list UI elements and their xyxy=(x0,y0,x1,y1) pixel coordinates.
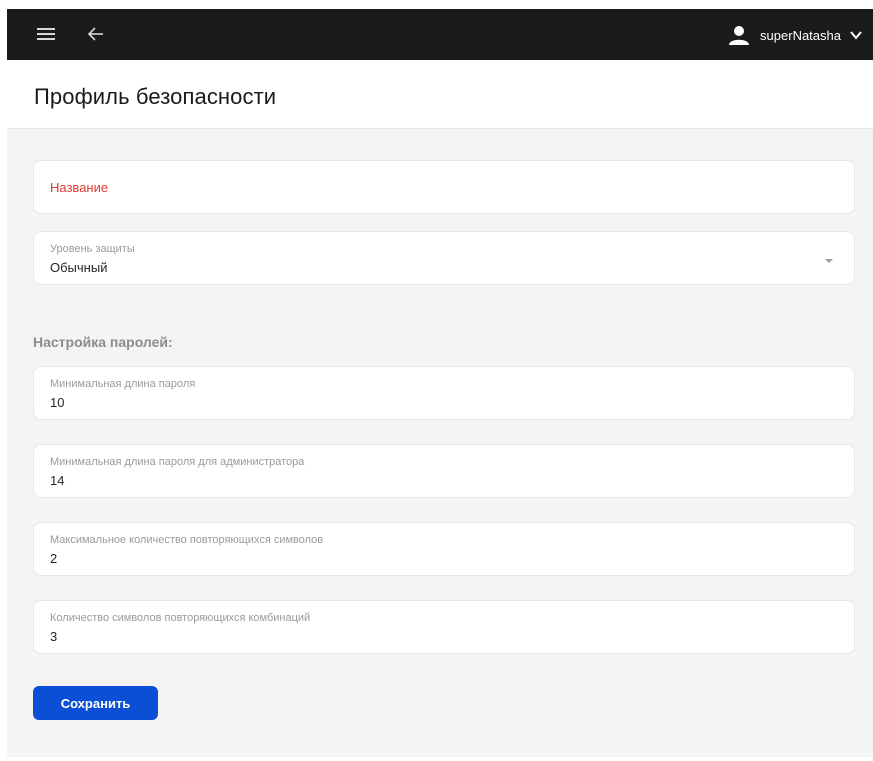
field-label: Минимальная длина пароля xyxy=(50,378,196,390)
field-value: 3 xyxy=(50,629,58,644)
repeating-combination-chars-field[interactable]: Количество символов повторяющихся комбин… xyxy=(33,600,855,654)
protection-level-select[interactable]: Уровень защиты Обычный xyxy=(33,231,855,285)
user-menu[interactable]: superNatasha xyxy=(728,22,863,48)
field-label: Минимальная длина пароля для администрат… xyxy=(50,456,305,468)
chevron-down-icon xyxy=(849,28,863,42)
dropdown-caret-icon xyxy=(825,259,833,263)
max-repeating-chars-field[interactable]: Максимальное количество повторяющихся си… xyxy=(33,522,855,576)
top-navigation-bar: superNatasha xyxy=(7,9,873,60)
app-window: superNatasha Профиль безопасности Назван… xyxy=(0,0,873,761)
protection-level-value: Обычный xyxy=(50,260,108,275)
min-admin-password-length-field[interactable]: Минимальная длина пароля для администрат… xyxy=(33,444,855,498)
name-field-placeholder: Название xyxy=(50,180,109,195)
name-field[interactable]: Название xyxy=(33,160,855,214)
field-value: 2 xyxy=(50,551,58,566)
username: superNatasha xyxy=(760,27,841,43)
page-title: Профиль безопасности xyxy=(34,84,277,109)
field-label: Максимальное количество повторяющихся си… xyxy=(50,534,324,546)
field-value: 14 xyxy=(50,473,65,488)
protection-level-label: Уровень защиты xyxy=(50,243,135,255)
menu-icon[interactable] xyxy=(37,26,57,42)
form-area: Название Уровень защиты Обычный Настройк… xyxy=(7,129,873,757)
user-icon xyxy=(728,24,750,46)
page-header: Профиль безопасности xyxy=(7,60,873,129)
save-button[interactable]: Сохранить xyxy=(33,686,158,720)
min-password-length-field[interactable]: Минимальная длина пароля 10 xyxy=(33,366,855,420)
field-value: 10 xyxy=(50,395,65,410)
password-settings-heading: Настройка паролей: xyxy=(33,334,173,350)
back-arrow-icon[interactable] xyxy=(87,25,105,43)
field-label: Количество символов повторяющихся комбин… xyxy=(50,612,311,624)
